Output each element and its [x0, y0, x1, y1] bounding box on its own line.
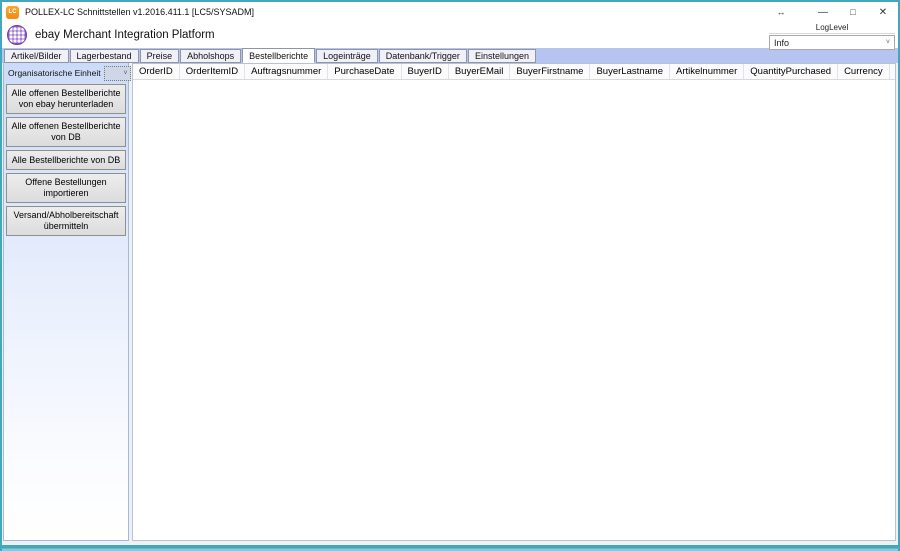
tab-datenbank-trigger[interactable]: Datenbank/Trigger	[379, 49, 467, 63]
app-header: ebay Merchant Integration Platform LogLe…	[2, 22, 898, 48]
loglevel-group: LogLevel Info ˅	[769, 23, 895, 50]
column-header-currency[interactable]: Currency	[838, 64, 890, 79]
import-open-orders-button[interactable]: Offene Bestellungen importieren	[6, 173, 126, 203]
submit-shipping-readiness-button[interactable]: Versand/Abholbereitschaft übermitteln	[6, 206, 126, 236]
tab-bar: Artikel/Bilder Lagerbestand Preise Abhol…	[2, 48, 898, 63]
column-header-buyerfirstname[interactable]: BuyerFirstname	[510, 64, 590, 79]
column-header-buyeremail[interactable]: BuyerEMail	[449, 64, 511, 79]
tab-bestellberichte[interactable]: Bestellberichte	[242, 48, 315, 63]
org-unit-row: Organisatorische Einheit ˅	[4, 63, 128, 83]
grid-body-empty	[133, 80, 895, 540]
titlebar: LC POLLEX-LC Schnittstellen v1.2016.411.…	[2, 2, 898, 22]
tab-einstellungen[interactable]: Einstellungen	[468, 49, 536, 63]
loglevel-value: Info	[774, 38, 789, 48]
column-header-buyerid[interactable]: BuyerID	[402, 64, 449, 79]
tab-artikel-bilder[interactable]: Artikel/Bilder	[4, 49, 69, 63]
column-header-itemprice[interactable]: ItemPrice	[890, 64, 895, 79]
tab-logeintraege[interactable]: Logeinträge	[316, 49, 378, 63]
window-title: POLLEX-LC Schnittstellen v1.2016.411.1 […	[25, 7, 254, 17]
minimize-button[interactable]: —	[808, 2, 838, 22]
column-header-orderid[interactable]: OrderID	[133, 64, 180, 79]
close-button[interactable]: ✕	[868, 2, 898, 22]
column-header-artikelnummer[interactable]: Artikelnummer	[670, 64, 744, 79]
tab-abholshops[interactable]: Abholshops	[180, 49, 241, 63]
column-header-purchasedate[interactable]: PurchaseDate	[328, 64, 401, 79]
column-header-buyerlastname[interactable]: BuyerLastname	[590, 64, 670, 79]
chevron-down-icon: ˅	[124, 70, 128, 77]
download-open-orderreports-ebay-button[interactable]: Alle offenen Bestellberichte von ebay he…	[6, 84, 126, 114]
grid-header-row: OrderID OrderItemID Auftragsnummer Purch…	[133, 64, 895, 80]
column-header-quantitypurchased[interactable]: QuantityPurchased	[744, 64, 838, 79]
platform-grid-globe-icon	[7, 25, 27, 45]
tab-lagerbestand[interactable]: Lagerbestand	[70, 49, 139, 63]
sidebar: Organisatorische Einheit ˅ Alle offenen …	[3, 63, 129, 541]
column-header-orderitemid[interactable]: OrderItemID	[180, 64, 245, 79]
window-bottom-border	[2, 545, 898, 551]
loglevel-select[interactable]: Info ˅	[769, 35, 895, 50]
maximize-button[interactable]: □	[838, 2, 868, 22]
open-orderreports-db-button[interactable]: Alle offenen Bestellberichte von DB	[6, 117, 126, 147]
orders-grid: OrderID OrderItemID Auftragsnummer Purch…	[132, 63, 896, 541]
platform-title: ebay Merchant Integration Platform	[35, 29, 215, 41]
all-orderreports-db-button[interactable]: Alle Bestellberichte von DB	[6, 150, 126, 170]
tab-preise[interactable]: Preise	[140, 49, 180, 63]
content-area: Organisatorische Einheit ˅ Alle offenen …	[2, 63, 898, 545]
loglevel-label: LogLevel	[769, 23, 895, 34]
column-header-auftragsnummer[interactable]: Auftragsnummer	[245, 64, 328, 79]
app-window: LC POLLEX-LC Schnittstellen v1.2016.411.…	[0, 0, 900, 551]
app-icon: LC	[6, 6, 19, 19]
dock-window-icon[interactable]: ↔	[766, 2, 796, 22]
window-controls: ↔ — □ ✕	[766, 2, 898, 22]
org-unit-select[interactable]: ˅	[104, 66, 131, 81]
org-unit-label: Organisatorische Einheit	[8, 68, 101, 78]
chevron-down-icon: ˅	[886, 39, 890, 46]
